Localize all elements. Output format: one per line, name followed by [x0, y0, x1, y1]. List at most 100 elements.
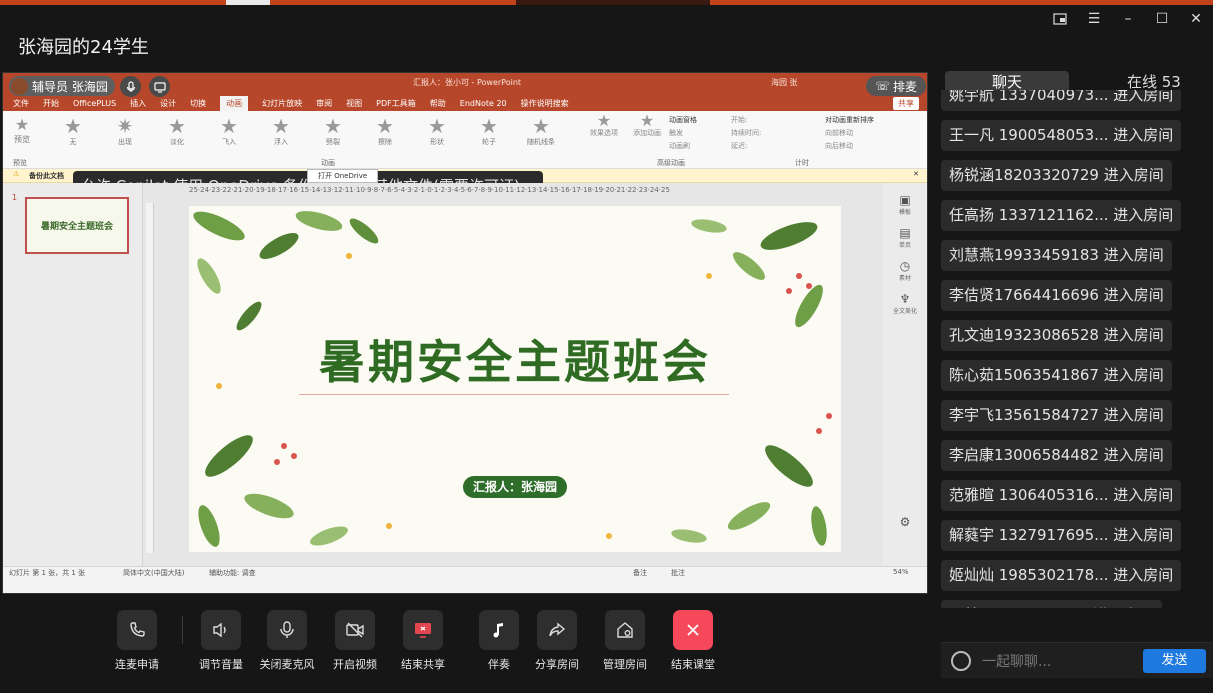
tab-insert[interactable]: 插入 [130, 98, 146, 109]
template-tool[interactable]: ▣ 模板 [883, 193, 927, 216]
slide-canvas[interactable]: 暑期安全主题班会 汇报人：张海园 [189, 206, 841, 552]
screen-icon[interactable] [149, 76, 170, 97]
timing-fields: 开始: 持续时间: 延迟: [731, 114, 761, 153]
window-title: 张海园的24学生 [18, 37, 149, 58]
notes-button[interactable]: 备注 [633, 568, 647, 578]
delay-field[interactable]: 延迟: [731, 140, 761, 153]
ppt-ribbon-tabs: 文件 开始 OfficePLUS 插入 设计 切换 动画 幻灯片放映 审阅 视图… [3, 95, 927, 111]
advanced-group-label: 高级动画 [657, 159, 685, 167]
slide-thumbnail-pane: 1 暑期安全主题班会 [3, 183, 143, 578]
emoji-icon[interactable] [951, 651, 971, 671]
anim-option[interactable]: ★ 形状 [411, 115, 463, 147]
toolbar-divider [182, 616, 183, 644]
connect-mic-request-button[interactable]: 连麦申请 [102, 610, 172, 672]
anim-painter-button[interactable]: 动画刷 [669, 140, 697, 153]
tab-design[interactable]: 设计 [160, 98, 176, 109]
onedrive-notice: ⚠ 备份此文档 允许 Copilot 使用 OneDrive 备份此文件和其他文… [3, 169, 927, 202]
notice-title: 备份此文档 [29, 172, 64, 180]
chat-message-list[interactable]: 姚宇航 1337040973... 进入房间 王一凡 1900548053...… [941, 90, 1211, 608]
maximize-icon[interactable]: ☐ [1145, 8, 1179, 30]
anim-option[interactable]: ★ 飞入 [203, 115, 255, 147]
star-icon: ★ [532, 114, 550, 138]
chat-input[interactable]: 一起聊聊... [982, 651, 1051, 671]
timing-group-label: 计时 [795, 159, 809, 167]
tab-animations[interactable]: 动画 [220, 95, 249, 111]
accessibility[interactable]: 辅助功能: 调查 [209, 568, 256, 578]
share-room-button[interactable]: 分享房间 [522, 610, 592, 672]
close-icon [673, 610, 713, 650]
queue-mic-button[interactable]: ☏ 排麦 [866, 76, 927, 96]
avatar [11, 77, 28, 95]
animation-group-label: 动画 [321, 159, 335, 167]
shared-screen: 汇报人：张小可 - PowerPoint 海园 张 文件 开始 OfficePL… [2, 72, 928, 594]
move-later-button[interactable]: 向后移动 [825, 140, 874, 153]
anim-option[interactable]: ★ 无 [47, 115, 99, 147]
close-window-icon[interactable]: ✕ [1179, 8, 1213, 30]
anim-option[interactable]: ✷ 出现 [99, 115, 151, 147]
anim-option[interactable]: ★ 随机线条 [515, 115, 567, 147]
material-tool[interactable]: ◷ 素材 [883, 259, 927, 282]
stop-share-button[interactable]: 结束共享 [388, 610, 458, 672]
end-class-button[interactable]: 结束课堂 [658, 610, 728, 672]
volume-button[interactable]: 调节音量 [186, 610, 256, 672]
anim-option[interactable]: ★ 擦除 [359, 115, 411, 147]
slide-title: 暑期安全主题班会 [319, 335, 711, 389]
list-item: 李启康13006584482 进入房间 [941, 440, 1172, 471]
open-onedrive-button[interactable]: 打开 OneDrive [307, 169, 379, 183]
tab-home[interactable]: 开始 [43, 98, 59, 109]
list-item: 解蕤宇 1327917695... 进入房间 [941, 520, 1182, 551]
anim-option[interactable]: ★ 轮子 [463, 115, 515, 147]
preview-button[interactable]: ★ 预览 [9, 115, 35, 145]
tab-endnote[interactable]: EndNote 20 [460, 99, 507, 108]
tab-officeplus[interactable]: OfficePLUS [73, 99, 116, 108]
ppt-share-button[interactable]: 共享 [893, 97, 919, 110]
tab-view[interactable]: 视图 [346, 98, 362, 109]
slide-thumbnail[interactable]: 暑期安全主题班会 [25, 197, 129, 254]
advanced-animation-commands: 动画窗格 触发 动画刷 [669, 114, 697, 153]
slide-presenter: 汇报人：张海园 [463, 476, 568, 498]
send-button[interactable]: 发送 [1143, 649, 1206, 673]
microphone-icon[interactable] [120, 76, 141, 97]
start-video-button[interactable]: 开启视频 [320, 610, 390, 672]
move-earlier-button[interactable]: 向前移动 [825, 127, 874, 140]
music-note-icon [479, 610, 519, 650]
beautify-tool[interactable]: ♆ 全文美化 [883, 292, 927, 315]
duration-field[interactable]: 持续时间: [731, 127, 761, 140]
minimize-icon[interactable]: – [1111, 8, 1145, 30]
star-icon: ★ [596, 111, 612, 130]
manage-room-button[interactable]: 管理房间 [590, 610, 660, 672]
designer-side-tools: ▣ 模板 ▤ 单页 ◷ 素材 ♆ 全文美化 ⚙ [883, 183, 927, 578]
menu-icon[interactable]: ☰ [1077, 8, 1111, 30]
clock-icon: ◷ [899, 259, 911, 273]
tab-search[interactable]: 操作说明搜索 [521, 98, 569, 109]
settings-icon[interactable]: ⚙ [883, 515, 927, 529]
single-page-tool[interactable]: ▤ 单页 [883, 226, 927, 249]
tab-review[interactable]: 审阅 [316, 98, 332, 109]
zoom-level[interactable]: 54% [893, 568, 909, 576]
speaker-icon [201, 610, 241, 650]
tab-file[interactable]: 文件 [13, 98, 29, 109]
star-icon: ★ [272, 114, 290, 138]
microphone-icon [267, 610, 307, 650]
anim-option[interactable]: ★ 浮入 [255, 115, 307, 147]
house-gear-icon [605, 610, 645, 650]
tab-slideshow[interactable]: 幻灯片放映 [262, 98, 302, 109]
video-off-icon [335, 610, 375, 650]
tab-help[interactable]: 帮助 [430, 98, 446, 109]
trigger-button[interactable]: 触发 [669, 127, 697, 140]
anim-option[interactable]: ★ 淡化 [151, 115, 203, 147]
tab-transitions[interactable]: 切换 [190, 98, 206, 109]
add-animation-button[interactable]: ★ 添加动画 [631, 113, 663, 140]
anim-option[interactable]: ★ 劈裂 [307, 115, 359, 147]
vertical-ruler [146, 203, 154, 553]
effect-options-button[interactable]: ★ 效果选项 [587, 111, 621, 140]
mute-mic-button[interactable]: 关闭麦克风 [252, 610, 322, 672]
comments-button[interactable]: 批注 [671, 568, 685, 578]
anim-pane-button[interactable]: 动画窗格 [669, 114, 697, 127]
pip-icon[interactable] [1043, 8, 1077, 30]
start-field[interactable]: 开始: [731, 114, 761, 127]
tab-pdf[interactable]: PDF工具箱 [376, 98, 416, 109]
close-icon[interactable]: ✕ [913, 170, 919, 178]
queue-icon: ☏ [875, 79, 891, 93]
screen-share-icon [403, 610, 443, 650]
